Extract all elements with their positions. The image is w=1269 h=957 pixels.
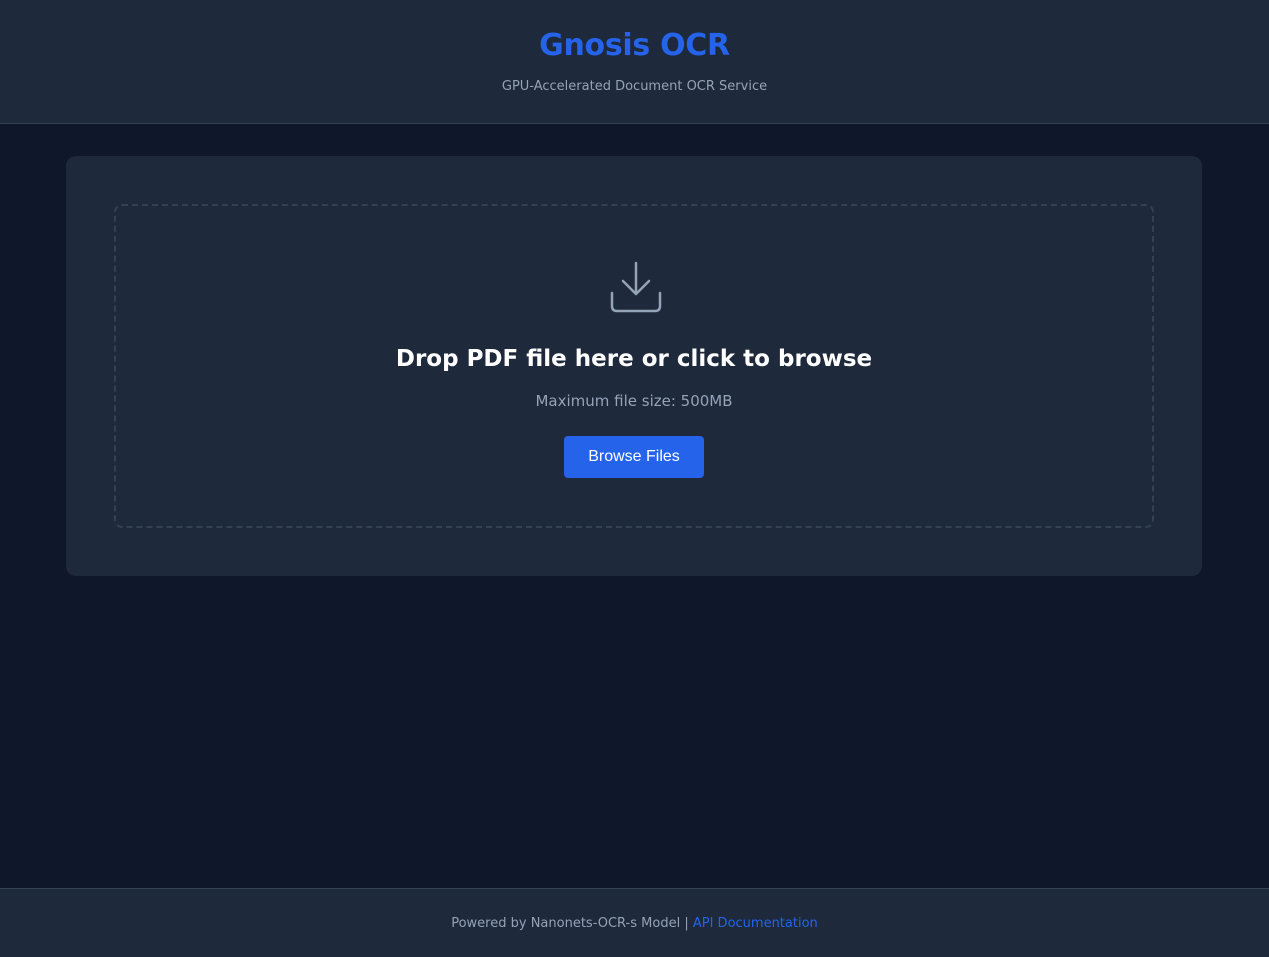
browse-files-button[interactable]: Browse Files	[564, 436, 704, 478]
max-file-size-hint: Maximum file size: 500MB	[535, 392, 733, 410]
footer-separator: |	[684, 916, 689, 931]
app-subtitle: GPU-Accelerated Document OCR Service	[501, 79, 768, 94]
app-title: Gnosis OCR	[539, 28, 730, 63]
powered-by-text: Powered by Nanonets-OCR-s Model	[451, 916, 681, 931]
file-drop-zone[interactable]: Drop PDF file here or click to browse Ma…	[114, 204, 1154, 528]
app-footer: Powered by Nanonets-OCR-s Model | API Do…	[0, 888, 1269, 957]
download-tray-icon	[610, 261, 662, 313]
api-documentation-link[interactable]: API Documentation	[693, 916, 818, 931]
app-header: Gnosis OCR GPU-Accelerated Document OCR …	[0, 0, 1269, 124]
upload-card: Drop PDF file here or click to browse Ma…	[66, 156, 1202, 576]
drop-zone-title: Drop PDF file here or click to browse	[395, 346, 873, 372]
footer-text: Powered by Nanonets-OCR-s Model | API Do…	[0, 916, 1269, 931]
